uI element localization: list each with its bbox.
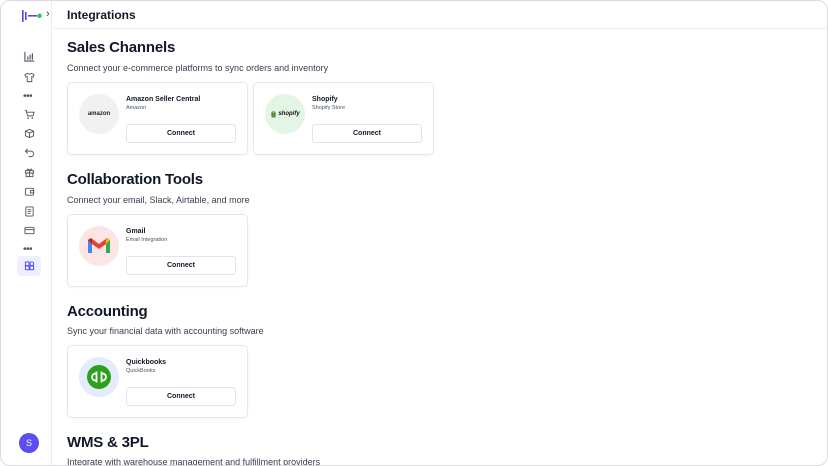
integration-subtitle: Email Integration bbox=[126, 237, 168, 243]
integration-card-shopify: shopify Shopify Shopify Store Connect bbox=[253, 82, 434, 155]
gift-icon[interactable] bbox=[20, 163, 38, 181]
connect-button-gmail[interactable]: Connect bbox=[126, 256, 236, 275]
integration-subtitle: Shopify Store bbox=[312, 105, 346, 111]
page-title: Integrations bbox=[67, 8, 136, 22]
section-title-collaboration-tools: Collaboration Tools bbox=[67, 171, 203, 188]
connect-button-shopify[interactable]: Connect bbox=[312, 124, 422, 143]
main-content: Sales Channels Connect your e-commerce p… bbox=[67, 29, 827, 465]
wallet-icon[interactable] bbox=[20, 182, 38, 200]
app-logo-icon[interactable] bbox=[21, 9, 43, 23]
integrations-icon[interactable] bbox=[17, 256, 41, 276]
shirt-icon[interactable] bbox=[20, 68, 38, 86]
cart-icon[interactable] bbox=[20, 105, 38, 123]
document-icon[interactable] bbox=[20, 202, 38, 220]
integration-subtitle: QuickBooks bbox=[126, 368, 156, 374]
more-dots-icon[interactable]: ••• bbox=[23, 245, 33, 255]
integration-card-quickbooks: Quickbooks QuickBooks Connect bbox=[67, 345, 248, 418]
more-dots-icon[interactable]: ••• bbox=[23, 92, 33, 102]
integration-card-amazon: amazon Amazon Seller Central Amazon Conn… bbox=[67, 82, 248, 155]
bar-chart-icon[interactable] bbox=[20, 47, 38, 65]
quickbooks-logo-icon bbox=[79, 357, 119, 397]
integration-card-gmail: Gmail Email Integration Connect bbox=[67, 214, 248, 287]
shopify-logo-icon: shopify bbox=[265, 94, 305, 134]
section-description-wms-3pl: Integrate with warehouse management and … bbox=[67, 457, 321, 466]
section-description-accounting: Sync your financial data with accounting… bbox=[67, 326, 264, 336]
app-window: › ••• ••• S Integrations Sales Channels … bbox=[0, 0, 828, 466]
section-title-wms-3pl: WMS & 3PL bbox=[67, 434, 149, 451]
box-icon[interactable] bbox=[20, 124, 38, 142]
top-bar: Integrations bbox=[53, 1, 827, 29]
amazon-logo-icon: amazon bbox=[79, 94, 119, 134]
integration-name: Amazon Seller Central bbox=[126, 96, 201, 103]
integration-subtitle: Amazon bbox=[126, 105, 147, 111]
section-description-sales-channels: Connect your e-commerce platforms to syn… bbox=[67, 63, 329, 73]
connect-button-quickbooks[interactable]: Connect bbox=[126, 387, 236, 406]
section-title-accounting: Accounting bbox=[67, 303, 148, 320]
integration-name: Gmail bbox=[126, 228, 146, 235]
section-description-collaboration-tools: Connect your email, Slack, Airtable, and… bbox=[67, 195, 250, 205]
user-avatar[interactable]: S bbox=[19, 433, 39, 453]
return-icon[interactable] bbox=[20, 143, 38, 161]
gmail-logo-icon bbox=[79, 226, 119, 266]
integration-name: Quickbooks bbox=[126, 359, 167, 366]
integration-name: Shopify bbox=[312, 96, 338, 103]
connect-button-amazon[interactable]: Connect bbox=[126, 124, 236, 143]
credit-card-icon[interactable] bbox=[20, 221, 38, 239]
sidebar: › ••• ••• S bbox=[1, 1, 52, 465]
section-title-sales-channels: Sales Channels bbox=[67, 39, 176, 56]
